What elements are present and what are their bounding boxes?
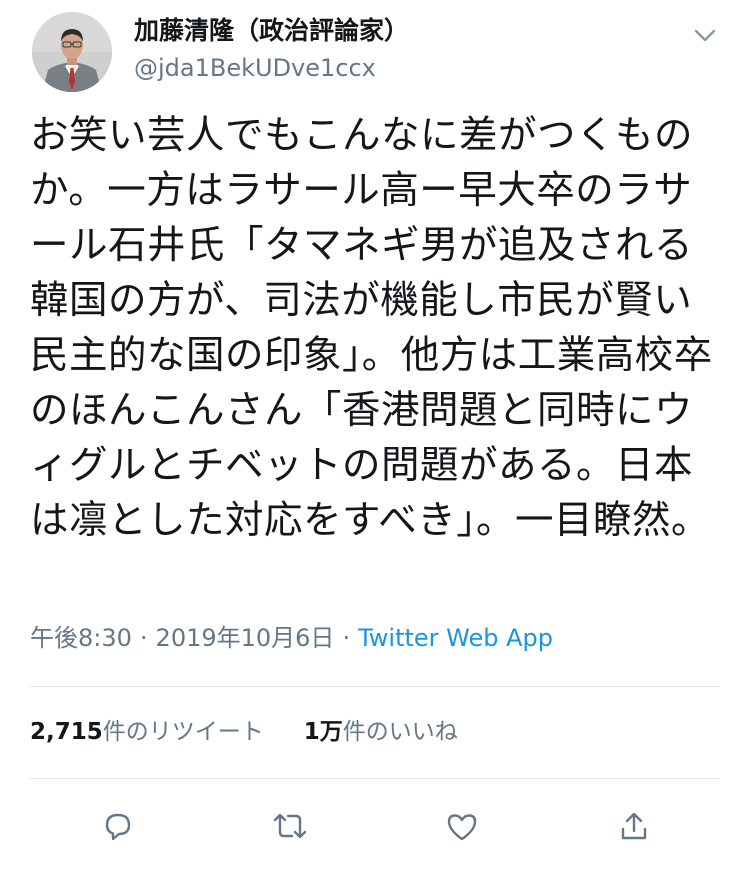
tweet-text: お笑い芸人でもこんなに差がつくものか。一方はラサール高ー早大卒のラサール石井氏「…	[30, 113, 713, 543]
meta-separator: ·	[139, 624, 148, 652]
divider	[30, 686, 720, 687]
tweet-source-link[interactable]: Twitter Web App	[358, 624, 553, 652]
retweets-count: 2,715	[30, 719, 103, 745]
tweet-actions	[0, 800, 750, 852]
retweet-button[interactable]	[268, 804, 312, 848]
chevron-down-icon[interactable]	[692, 22, 718, 48]
like-button[interactable]	[440, 804, 484, 848]
tweet-stats: 2,715件のリツイート 1万件のいいね	[30, 712, 720, 752]
reply-button[interactable]	[96, 804, 140, 848]
author-names[interactable]: 加藤清隆（政治評論家） @jda1BekUDve1ccx	[134, 14, 634, 84]
tweet-time[interactable]: 午後8:30	[30, 624, 132, 652]
avatar[interactable]	[32, 12, 112, 92]
retweet-icon	[273, 813, 307, 839]
avatar-image	[32, 12, 112, 92]
tweet-meta: 午後8:30 · 2019年10月6日 · Twitter Web App	[30, 618, 720, 658]
likes-label: 件のいいね	[342, 719, 458, 745]
reply-icon	[105, 813, 131, 841]
author-handle[interactable]: @jda1BekUDve1ccx	[134, 52, 634, 84]
retweets-label: 件のリツイート	[102, 719, 264, 745]
author-display-name[interactable]: 加藤清隆（政治評論家）	[134, 14, 634, 48]
share-icon	[621, 812, 647, 840]
tweet-header: 加藤清隆（政治評論家） @jda1BekUDve1ccx	[30, 8, 720, 98]
meta-separator: ·	[342, 624, 351, 652]
likes-count: 1万	[303, 719, 343, 745]
tweet-detail: 加藤清隆（政治評論家） @jda1BekUDve1ccx お笑い芸人でもこんなに…	[0, 0, 750, 872]
tweet-date[interactable]: 2019年10月6日	[156, 624, 335, 652]
heart-icon	[447, 814, 477, 841]
share-button[interactable]	[612, 804, 656, 848]
retweets-stat[interactable]: 2,715件のリツイート	[30, 712, 264, 752]
divider	[30, 778, 720, 779]
likes-stat[interactable]: 1万件のいいね	[304, 712, 458, 752]
